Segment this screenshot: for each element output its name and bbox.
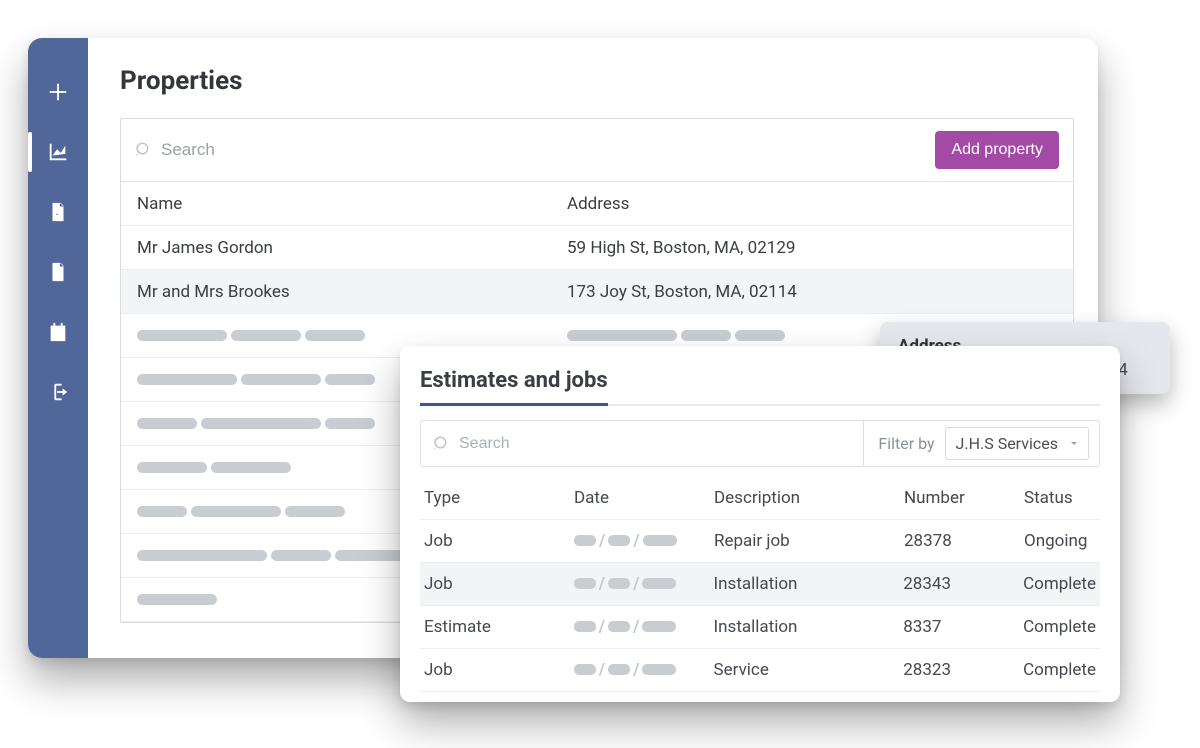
- col-number: Number: [904, 488, 1024, 508]
- cell-type: Job: [424, 531, 574, 551]
- chart-icon: [47, 141, 69, 163]
- calendar-icon: [47, 321, 69, 343]
- sidebar-add[interactable]: [28, 62, 88, 122]
- plus-icon: [47, 81, 69, 103]
- col-desc: Description: [714, 488, 904, 508]
- chevron-down-icon: [1068, 434, 1080, 453]
- col-date: Date: [574, 488, 714, 508]
- table-row[interactable]: Estimate // Installation 8337 Complete: [420, 606, 1100, 649]
- sidebar-invoices[interactable]: [28, 182, 88, 242]
- estimates-header-row: Type Date Description Number Status: [420, 477, 1100, 520]
- col-status: Status: [1024, 488, 1096, 508]
- cell-name: Mr and Mrs Brookes: [137, 282, 567, 302]
- add-property-button[interactable]: Add property: [935, 131, 1059, 169]
- cell-number: 28378: [904, 531, 1024, 551]
- col-name: Name: [137, 194, 567, 214]
- table-row[interactable]: Job // Repair job 28378 Ongoing: [420, 520, 1100, 563]
- page-title: Properties: [120, 66, 1074, 96]
- cell-desc: Service: [714, 660, 904, 680]
- cell-type: Job: [424, 660, 574, 680]
- logout-icon: [47, 381, 69, 403]
- estimates-toolbar: Filter by J.H.S Services: [420, 420, 1100, 467]
- filter-select[interactable]: J.H.S Services: [945, 427, 1089, 460]
- cell-status: Complete: [1023, 617, 1096, 637]
- estimates-search-input[interactable]: [459, 435, 851, 453]
- search-icon: [135, 141, 153, 159]
- cell-desc: Installation: [714, 617, 904, 637]
- table-row[interactable]: Mr and Mrs Brookes 173 Joy St, Boston, M…: [121, 270, 1073, 314]
- cell-date: //: [574, 617, 714, 637]
- invoice-icon: [47, 201, 69, 223]
- sidebar-logout[interactable]: [28, 362, 88, 422]
- table-row[interactable]: Mr James Gordon 59 High St, Boston, MA, …: [121, 226, 1073, 270]
- cell-address: 59 High St, Boston, MA, 02129: [567, 238, 1057, 258]
- sidebar-documents[interactable]: [28, 242, 88, 302]
- filter-value: J.H.S Services: [956, 434, 1058, 453]
- search-icon: [433, 435, 451, 453]
- cell-desc: Installation: [714, 574, 904, 594]
- cell-number: 28323: [903, 660, 1023, 680]
- properties-search-input[interactable]: [161, 140, 935, 160]
- file-icon: [47, 261, 69, 283]
- cell-desc: Repair job: [714, 531, 904, 551]
- cell-number: 28343: [903, 574, 1023, 594]
- cell-status: Complete: [1023, 574, 1096, 594]
- cell-type: Job: [424, 574, 574, 594]
- sidebar-calendar[interactable]: [28, 302, 88, 362]
- cell-status: Ongoing: [1024, 531, 1096, 551]
- cell-date: //: [574, 531, 714, 551]
- properties-header-row: Name Address: [121, 182, 1073, 226]
- estimates-title: Estimates and jobs: [420, 368, 608, 406]
- sidebar: [28, 38, 88, 658]
- table-row[interactable]: Job // Service 28323 Complete: [420, 649, 1100, 692]
- estimates-table: Type Date Description Number Status Job …: [420, 477, 1100, 692]
- cell-address: 173 Joy St, Boston, MA, 02114: [567, 282, 1057, 302]
- table-row[interactable]: Job // Installation 28343 Complete: [420, 563, 1100, 606]
- cell-date: //: [574, 574, 714, 594]
- cell-number: 8337: [903, 617, 1023, 637]
- cell-status: Complete: [1023, 660, 1096, 680]
- col-address: Address: [567, 194, 1057, 214]
- cell-type: Estimate: [424, 617, 574, 637]
- cell-name: Mr James Gordon: [137, 238, 567, 258]
- col-type: Type: [424, 488, 574, 508]
- cell-date: //: [574, 660, 714, 680]
- estimates-panel: Estimates and jobs Filter by J.H.S Servi…: [400, 346, 1120, 702]
- sidebar-dashboard[interactable]: [28, 122, 88, 182]
- filter-label: Filter by: [878, 434, 934, 453]
- properties-toolbar: Add property: [121, 119, 1073, 182]
